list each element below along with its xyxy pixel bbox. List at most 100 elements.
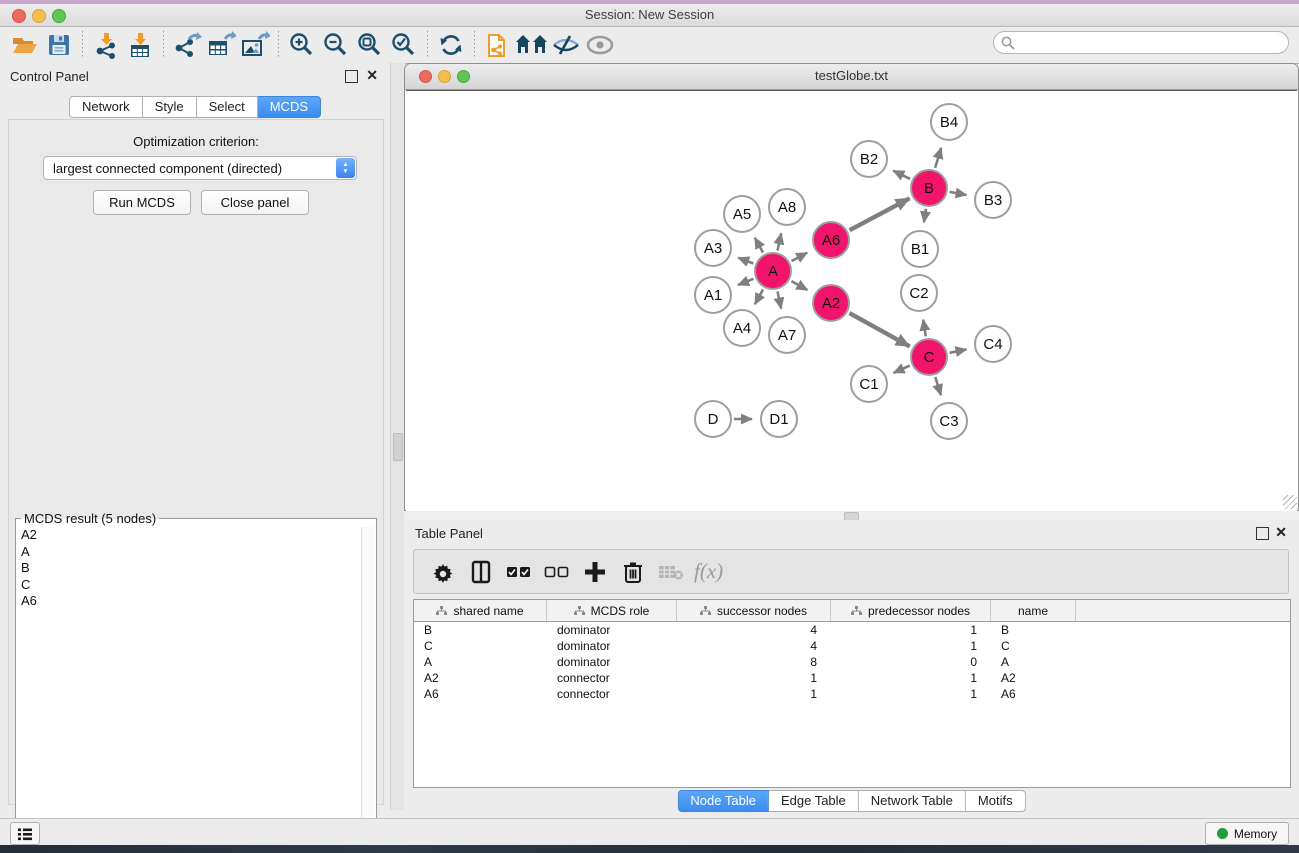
float-panel-icon[interactable] — [1256, 527, 1269, 540]
close-window-button[interactable] — [12, 9, 26, 23]
float-panel-icon[interactable] — [345, 70, 358, 83]
tab-node-table[interactable]: Node Table — [677, 790, 769, 812]
minimize-window-button[interactable] — [32, 9, 46, 23]
criterion-select[interactable]: largest connected component (directed) ▲… — [43, 156, 357, 180]
save-session-icon[interactable] — [42, 30, 76, 60]
table-cell[interactable]: 0 — [831, 654, 991, 670]
edge-A-A4[interactable] — [755, 289, 763, 304]
table-row[interactable]: Adominator80A — [414, 654, 1290, 670]
network-window-titlebar[interactable]: testGlobe.txt — [405, 64, 1298, 90]
export-network-icon[interactable] — [170, 30, 204, 60]
tab-motifs[interactable]: Motifs — [966, 790, 1026, 812]
tab-edge-table[interactable]: Edge Table — [769, 790, 859, 812]
show-panel-icon[interactable] — [583, 30, 617, 60]
table-cell[interactable]: C — [991, 638, 1076, 654]
table-cell[interactable]: dominator — [547, 622, 677, 638]
import-network-icon[interactable] — [89, 30, 123, 60]
close-panel-icon[interactable]: ✕ — [1275, 524, 1287, 540]
table-cell[interactable]: 4 — [677, 622, 831, 638]
table-cell[interactable]: A — [991, 654, 1076, 670]
tab-style[interactable]: Style — [143, 96, 197, 118]
tab-select[interactable]: Select — [197, 96, 258, 118]
table-cell[interactable]: 8 — [677, 654, 831, 670]
refresh-icon[interactable] — [434, 30, 468, 60]
mcds-result-item[interactable]: A6 — [17, 593, 362, 610]
splitter-handle[interactable] — [393, 433, 403, 461]
edge-A-A5[interactable] — [755, 238, 763, 253]
deselect-all-icon[interactable] — [540, 555, 574, 589]
table-row[interactable]: Cdominator41C — [414, 638, 1290, 654]
horizontal-splitter[interactable] — [404, 511, 1299, 520]
show-all-networks-icon[interactable] — [515, 30, 549, 60]
close-panel-icon[interactable]: ✕ — [366, 67, 378, 83]
table-cell[interactable]: B — [414, 622, 547, 638]
close-panel-button[interactable]: Close panel — [201, 190, 309, 215]
edge-C-C2[interactable] — [923, 320, 926, 337]
mcds-result-item[interactable]: A2 — [17, 527, 362, 544]
new-session-from-network-icon[interactable] — [481, 30, 515, 60]
table-cell[interactable]: connector — [547, 686, 677, 702]
edge-A-A3[interactable] — [738, 258, 753, 264]
table-cell[interactable]: 1 — [831, 638, 991, 654]
edge-A6-B[interactable] — [850, 198, 910, 230]
column-header-name[interactable]: name — [991, 600, 1076, 621]
edge-A-A8[interactable] — [778, 233, 782, 250]
open-file-icon[interactable] — [8, 30, 42, 60]
table-cell[interactable]: 1 — [831, 686, 991, 702]
mcds-result-scrollbar[interactable] — [361, 527, 375, 853]
mcds-result-item[interactable]: B — [17, 560, 362, 577]
export-image-icon[interactable] — [238, 30, 272, 60]
node-table[interactable]: shared nameMCDS rolesuccessor nodesprede… — [413, 599, 1291, 788]
table-cell[interactable]: dominator — [547, 654, 677, 670]
export-table-icon[interactable] — [204, 30, 238, 60]
zoom-selected-icon[interactable] — [387, 30, 421, 60]
mcds-result-list[interactable]: A2ABCA6 — [17, 527, 362, 853]
edge-B-B2[interactable] — [893, 171, 910, 179]
column-layout-icon[interactable] — [464, 555, 498, 589]
edge-A-A1[interactable] — [738, 279, 753, 285]
table-cell[interactable]: dominator — [547, 638, 677, 654]
settings-gear-icon[interactable] — [426, 555, 460, 589]
table-cell[interactable]: A6 — [991, 686, 1076, 702]
zoom-in-icon[interactable] — [285, 30, 319, 60]
edge-A-A6[interactable] — [792, 253, 808, 261]
table-cell[interactable]: 1 — [677, 686, 831, 702]
memory-button[interactable]: Memory — [1205, 822, 1289, 845]
network-canvas[interactable]: AA1A2A3A4A5A6A7A8BB1B2B3B4CC1C2C3C4DD1 — [406, 90, 1297, 511]
task-history-button[interactable] — [10, 822, 40, 845]
edge-B-B4[interactable] — [935, 148, 941, 168]
delete-column-icon[interactable] — [616, 555, 650, 589]
edge-B-B3[interactable] — [950, 192, 967, 195]
tab-mcds[interactable]: MCDS — [258, 96, 321, 118]
import-table-icon[interactable] — [123, 30, 157, 60]
tab-network-table[interactable]: Network Table — [859, 790, 966, 812]
mcds-result-item[interactable]: A — [17, 544, 362, 561]
edge-C-C3[interactable] — [935, 377, 941, 395]
table-cell[interactable]: 1 — [831, 670, 991, 686]
table-cell[interactable]: C — [414, 638, 547, 654]
edge-B-B1[interactable] — [924, 209, 926, 223]
column-header-predecessor-nodes[interactable]: predecessor nodes — [831, 600, 991, 621]
column-header-successor-nodes[interactable]: successor nodes — [677, 600, 831, 621]
table-cell[interactable]: 1 — [677, 670, 831, 686]
table-cell[interactable]: 4 — [677, 638, 831, 654]
search-field[interactable] — [993, 31, 1289, 54]
table-row[interactable]: A2connector11A2 — [414, 670, 1290, 686]
table-cell[interactable]: A2 — [991, 670, 1076, 686]
edge-A-A2[interactable] — [791, 281, 807, 290]
table-cell[interactable]: A2 — [414, 670, 547, 686]
table-cell[interactable]: A — [414, 654, 547, 670]
column-header-MCDS-role[interactable]: MCDS role — [547, 600, 677, 621]
mcds-result-item[interactable]: C — [17, 577, 362, 594]
search-input[interactable] — [993, 31, 1289, 54]
tab-network[interactable]: Network — [69, 96, 143, 118]
table-cell[interactable]: connector — [547, 670, 677, 686]
window-resize-grip[interactable] — [1283, 495, 1297, 509]
column-header-shared-name[interactable]: shared name — [414, 600, 547, 621]
minimize-network-window-button[interactable] — [438, 70, 451, 83]
table-cell[interactable]: 1 — [831, 622, 991, 638]
select-all-icon[interactable] — [502, 555, 536, 589]
table-row[interactable]: A6connector11A6 — [414, 686, 1290, 702]
edge-C-C1[interactable] — [894, 366, 910, 373]
add-column-icon[interactable] — [578, 555, 612, 589]
